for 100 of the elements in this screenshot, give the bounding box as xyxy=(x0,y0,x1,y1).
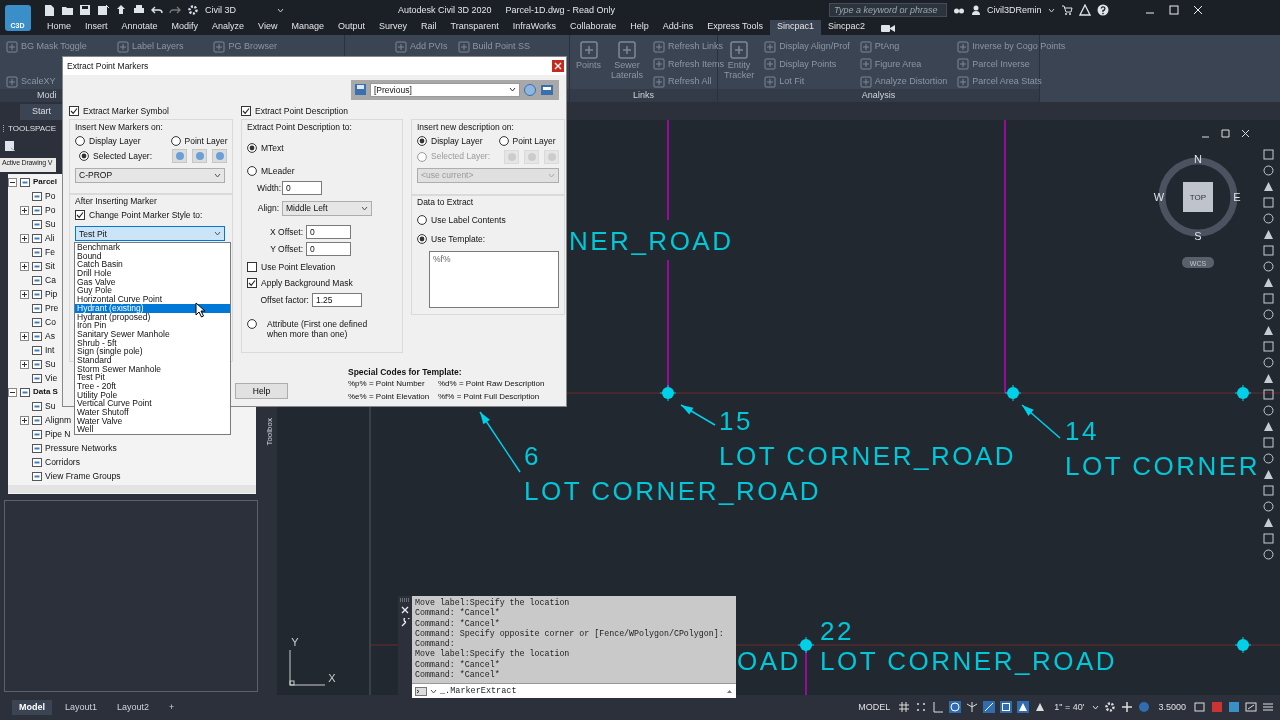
collapse-icon[interactable] xyxy=(8,177,17,187)
scale-button[interactable]: 1" = 40' xyxy=(1051,701,1088,714)
isometric-icon[interactable] xyxy=(966,701,979,714)
help-icon[interactable] xyxy=(1096,4,1109,16)
square-snap-icon[interactable] xyxy=(1000,701,1013,714)
text-field[interactable]: 0 xyxy=(306,242,351,257)
radio-button[interactable]: Display Layer xyxy=(75,135,141,147)
save-as-icon[interactable] xyxy=(97,4,109,16)
coordinate-menu[interactable] xyxy=(1182,257,1214,268)
ribbon-tab[interactable]: Collaborate xyxy=(563,20,624,35)
ribbon-tab[interactable]: Analyze xyxy=(205,20,252,35)
ribbon-tab[interactable]: Modify xyxy=(164,20,206,35)
tree-item[interactable]: Su xyxy=(45,358,56,370)
radio-button[interactable]: Use Label Contents xyxy=(417,215,506,226)
scrollbar[interactable] xyxy=(8,485,256,493)
print-icon[interactable] xyxy=(133,4,145,16)
tree-item[interactable]: Su xyxy=(45,400,56,412)
viewport-controls-icon[interactable] xyxy=(1200,129,1250,139)
up-arrow-icon[interactable] xyxy=(726,688,733,694)
save-icon[interactable] xyxy=(79,4,91,16)
point-marker[interactable] xyxy=(1234,636,1252,654)
checkbox[interactable]: Apply Background Mask xyxy=(247,278,353,289)
list-option[interactable]: Vertical Curve Point xyxy=(75,399,230,409)
tree-item[interactable]: Ali xyxy=(45,232,55,244)
panel-tab[interactable]: Toolbox xyxy=(264,418,275,446)
caret-icon[interactable] xyxy=(430,688,437,694)
document-tab[interactable]: Start xyxy=(20,104,63,120)
list-option[interactable]: Hydrant (existing) xyxy=(75,303,230,313)
ribbon-tab[interactable]: Add-ins xyxy=(655,20,701,35)
list-option[interactable]: Iron Pin xyxy=(75,321,230,330)
list-option[interactable]: Benchmark xyxy=(75,243,230,252)
text-field[interactable]: 1.25 xyxy=(312,293,362,308)
ribbon-tab[interactable]: Manage xyxy=(284,20,331,35)
command-input[interactable]: _.MarkerExtract xyxy=(412,683,736,698)
ribbon-tab[interactable]: Sincpac2 xyxy=(821,20,873,35)
tree-item[interactable]: Parcel xyxy=(33,177,58,187)
tree-item[interactable]: Alignm xyxy=(45,414,71,426)
caret-icon[interactable] xyxy=(214,231,221,237)
expand-icon[interactable] xyxy=(20,415,29,425)
preset-dropdown[interactable]: [Previous] xyxy=(370,82,520,97)
close-icon[interactable] xyxy=(401,606,409,614)
radio-button[interactable]: MText xyxy=(247,143,284,154)
ortho-icon[interactable] xyxy=(932,701,945,714)
point-marker[interactable] xyxy=(797,636,815,654)
list-option[interactable]: Shrub - 5ft xyxy=(75,338,230,348)
grid-icon[interactable] xyxy=(898,701,911,714)
list-option[interactable]: Guy Pole xyxy=(75,286,230,296)
layout-tab[interactable]: Layout2 xyxy=(110,700,157,715)
list-option[interactable]: Bound xyxy=(75,251,230,261)
annotation-icon[interactable] xyxy=(1017,701,1030,714)
collapse-icon[interactable] xyxy=(8,387,17,397)
tree-item[interactable]: Data S xyxy=(33,387,58,397)
tree-item[interactable]: Pipe N xyxy=(45,428,71,440)
undo-icon[interactable] xyxy=(151,4,163,16)
folder-icon[interactable] xyxy=(61,4,73,16)
ribbon-tab[interactable]: Survey xyxy=(372,20,415,35)
list-option[interactable]: Sanitary Sewer Manhole xyxy=(75,329,230,339)
ribbon-tab[interactable]: Home xyxy=(40,20,78,35)
list-option[interactable]: Water Shutoff xyxy=(75,408,230,417)
gear-icon[interactable] xyxy=(1104,701,1117,714)
list-option[interactable]: Drill Hole xyxy=(75,269,230,278)
expand-icon[interactable] xyxy=(20,289,29,299)
tree-item[interactable]: Ca xyxy=(45,274,56,286)
caret-icon[interactable] xyxy=(214,172,221,178)
expand-icon[interactable] xyxy=(20,261,29,271)
ribbon-tab[interactable]: Rail xyxy=(414,20,444,35)
radio-button[interactable]: Use Template: xyxy=(417,234,486,245)
caret-icon[interactable] xyxy=(361,205,368,211)
ribbon-tab[interactable]: View xyxy=(251,20,285,35)
list-option[interactable]: Catch Basin xyxy=(75,260,230,270)
expand-icon[interactable] xyxy=(20,331,29,341)
radio-button[interactable]: MLeader xyxy=(247,166,295,177)
list-option[interactable]: Horizontal Curve Point xyxy=(75,295,230,304)
checkbox[interactable]: Use Point Elevation xyxy=(247,262,336,273)
list-option[interactable]: Hydrant (proposed) xyxy=(75,312,230,322)
expand-icon[interactable] xyxy=(20,233,29,243)
list-option[interactable]: Storm Sewer Manhole xyxy=(75,364,230,374)
clean-screen-icon[interactable] xyxy=(1245,701,1257,714)
layout-tab[interactable]: Layout1 xyxy=(58,700,105,715)
list-option[interactable]: Test Pit xyxy=(75,373,230,382)
expand-icon[interactable] xyxy=(20,359,29,369)
gear-icon[interactable] xyxy=(187,4,199,16)
redo-icon[interactable] xyxy=(169,4,181,16)
triangle-icon[interactable] xyxy=(1078,4,1091,16)
radio-button[interactable]: Attribute (First one defined when more than one) xyxy=(247,319,397,340)
help-button[interactable]: Help xyxy=(235,383,288,400)
grip-icon[interactable] xyxy=(2,124,5,134)
tree-item[interactable]: Corridors xyxy=(45,456,80,468)
precision-button[interactable]: 3.5000 xyxy=(1155,701,1189,714)
tree-item[interactable]: Vie xyxy=(45,372,58,384)
menu-icon[interactable] xyxy=(1262,701,1274,714)
tree-item[interactable]: Su xyxy=(45,218,56,230)
wrench-icon[interactable] xyxy=(400,618,410,627)
text-field[interactable]: 0 xyxy=(282,181,322,196)
ribbon-tab[interactable]: Express Tools xyxy=(700,20,771,35)
document-icon[interactable] xyxy=(4,140,15,152)
ribbon-tab[interactable]: Sincpac1 xyxy=(770,20,822,35)
caret-icon[interactable] xyxy=(509,87,516,93)
tree-item[interactable]: Int xyxy=(45,344,55,356)
form-icon[interactable] xyxy=(540,82,554,97)
